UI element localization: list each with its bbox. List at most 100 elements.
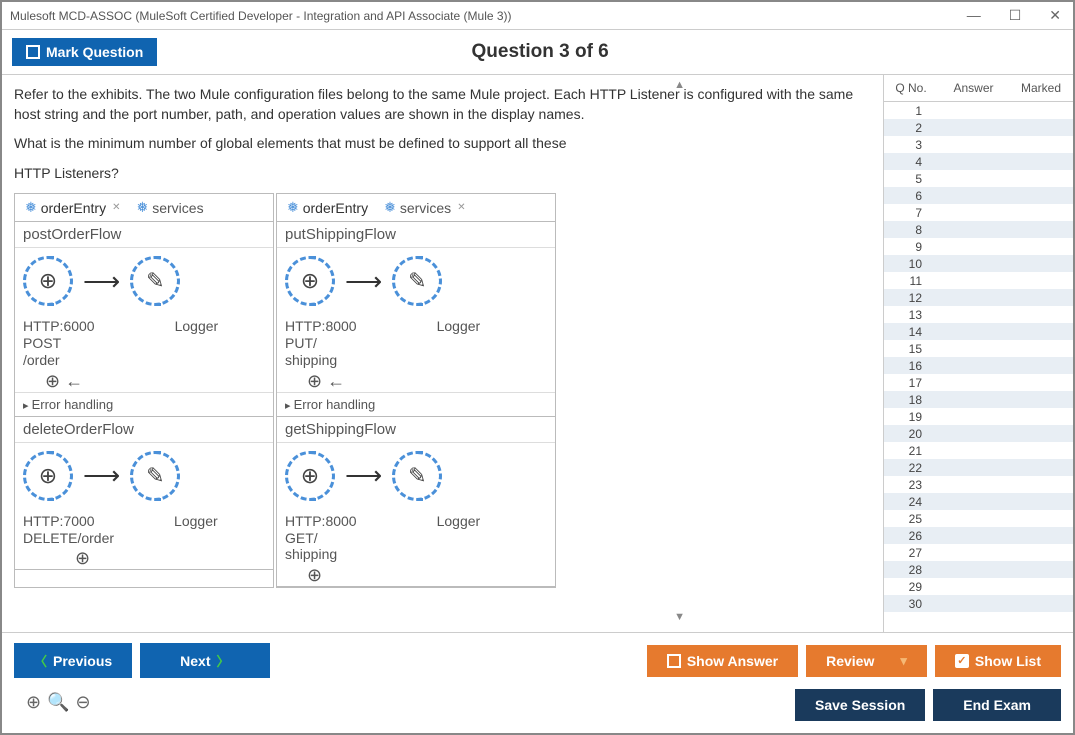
row-number: 24	[888, 495, 928, 509]
next-button[interactable]: Next〉	[140, 643, 269, 678]
pencil-icon: ✎	[130, 256, 180, 306]
arrow-icon: ⟶	[83, 460, 120, 491]
list-row[interactable]: 6	[884, 187, 1073, 204]
previous-button[interactable]: 〈Previous	[14, 643, 132, 678]
show-list-button[interactable]: ✓Show List	[935, 645, 1061, 677]
top-bar: Mark Question Question 3 of 6	[2, 30, 1073, 74]
list-row[interactable]: 2	[884, 119, 1073, 136]
row-number: 5	[888, 172, 928, 186]
scroll-indicators: ▲ ▼	[674, 79, 685, 623]
question-list-panel: Q No. Answer Marked 12345678910111213141…	[883, 75, 1073, 632]
list-row[interactable]: 22	[884, 459, 1073, 476]
list-row[interactable]: 30	[884, 595, 1073, 612]
zoom-out-icon[interactable]: ⊖	[76, 692, 91, 713]
minimize-icon[interactable]: —	[963, 5, 985, 26]
main-area: ▲ ▼ Refer to the exhibits. The two Mule …	[2, 74, 1073, 632]
list-row[interactable]: 4	[884, 153, 1073, 170]
col-qno: Q No.	[888, 81, 934, 95]
list-row[interactable]: 16	[884, 357, 1073, 374]
list-row[interactable]: 21	[884, 442, 1073, 459]
globe-small-icon: ⊕ ←	[307, 371, 555, 392]
list-row[interactable]: 20	[884, 425, 1073, 442]
col-marked: Marked	[1013, 81, 1069, 95]
mule-icon: ❅	[287, 199, 299, 216]
chevron-left-icon: 〈	[34, 651, 47, 670]
list-row[interactable]: 10	[884, 255, 1073, 272]
end-exam-button[interactable]: End Exam	[933, 689, 1061, 721]
row-number: 13	[888, 308, 928, 322]
maximize-icon[interactable]: ☐	[1005, 5, 1026, 26]
list-row[interactable]: 26	[884, 527, 1073, 544]
row-number: 23	[888, 478, 928, 492]
question-p2: What is the minimum number of global ele…	[14, 134, 871, 154]
tab-services[interactable]: ❅services✕	[380, 197, 469, 218]
logger-node: ✎	[130, 256, 180, 306]
list-row[interactable]: 15	[884, 340, 1073, 357]
list-row[interactable]: 14	[884, 323, 1073, 340]
globe-small-icon: ⊕ ←	[45, 371, 273, 392]
row-number: 7	[888, 206, 928, 220]
list-row[interactable]: 29	[884, 578, 1073, 595]
list-row[interactable]: 25	[884, 510, 1073, 527]
row-number: 3	[888, 138, 928, 152]
http-listener-node: ⊕	[23, 256, 73, 306]
list-row[interactable]: 27	[884, 544, 1073, 561]
error-handling[interactable]: Error handling	[15, 392, 273, 416]
question-p3: HTTP Listeners?	[14, 164, 871, 184]
row-number: 6	[888, 189, 928, 203]
row-number: 4	[888, 155, 928, 169]
list-row[interactable]: 19	[884, 408, 1073, 425]
list-row[interactable]: 23	[884, 476, 1073, 493]
review-button[interactable]: Review▾	[806, 645, 927, 677]
tab-services[interactable]: ❅services	[132, 197, 207, 218]
list-row[interactable]: 5	[884, 170, 1073, 187]
col-answer: Answer	[934, 81, 1013, 95]
title-bar: Mulesoft MCD-ASSOC (MuleSoft Certified D…	[2, 2, 1073, 30]
globe-icon: ⊕	[23, 451, 73, 501]
flow-postorder: postOrderFlow ⊕ ⟶ ✎ HTTP:6000 POST /orde…	[15, 222, 273, 416]
logger-node: ✎	[392, 256, 442, 306]
app-window: Mulesoft MCD-ASSOC (MuleSoft Certified D…	[0, 0, 1075, 735]
mule-icon: ❅	[384, 199, 396, 216]
globe-icon: ⊕	[285, 256, 335, 306]
tab-close-icon[interactable]: ✕	[457, 202, 465, 213]
list-row[interactable]: 9	[884, 238, 1073, 255]
zoom-in-icon[interactable]: ⊕	[26, 692, 41, 713]
tab-orderentry[interactable]: ❅orderEntry	[283, 197, 372, 218]
list-row[interactable]: 1	[884, 102, 1073, 119]
list-row[interactable]: 13	[884, 306, 1073, 323]
save-session-button[interactable]: Save Session	[795, 689, 925, 721]
list-row[interactable]: 28	[884, 561, 1073, 578]
close-icon[interactable]: ✕	[1045, 5, 1065, 26]
tab-orderentry[interactable]: ❅orderEntry✕	[21, 197, 124, 218]
zoom-controls: ⊕ 🔍 ⊖	[14, 686, 103, 723]
list-row[interactable]: 3	[884, 136, 1073, 153]
list-row[interactable]: 11	[884, 272, 1073, 289]
tab-close-icon[interactable]: ✕	[112, 202, 120, 213]
list-row[interactable]: 12	[884, 289, 1073, 306]
error-handling[interactable]: Error handling	[277, 392, 555, 416]
list-row[interactable]: 17	[884, 374, 1073, 391]
question-list[interactable]: 1234567891011121314151617181920212223242…	[884, 102, 1073, 632]
zoom-reset-icon[interactable]: 🔍	[47, 692, 69, 713]
check-icon: ✓	[955, 654, 969, 668]
row-number: 10	[888, 257, 928, 271]
question-counter: Question 3 of 6	[17, 41, 1063, 63]
list-row[interactable]: 7	[884, 204, 1073, 221]
list-row[interactable]: 24	[884, 493, 1073, 510]
scroll-up-icon[interactable]: ▲	[674, 79, 685, 91]
question-p1: Refer to the exhibits. The two Mule conf…	[14, 85, 871, 124]
window-title: Mulesoft MCD-ASSOC (MuleSoft Certified D…	[10, 9, 963, 23]
row-number: 12	[888, 291, 928, 305]
question-text: Refer to the exhibits. The two Mule conf…	[14, 85, 871, 183]
row-number: 11	[888, 274, 928, 288]
mule-icon: ❅	[25, 199, 37, 216]
list-row[interactable]: 8	[884, 221, 1073, 238]
list-header: Q No. Answer Marked	[884, 75, 1073, 102]
list-row[interactable]: 18	[884, 391, 1073, 408]
chevron-down-icon: ▾	[900, 653, 907, 669]
scroll-down-icon[interactable]: ▼	[674, 611, 685, 623]
http-listener-node: ⊕	[285, 256, 335, 306]
http-listener-node: ⊕	[23, 451, 73, 501]
show-answer-button[interactable]: Show Answer	[647, 645, 798, 677]
